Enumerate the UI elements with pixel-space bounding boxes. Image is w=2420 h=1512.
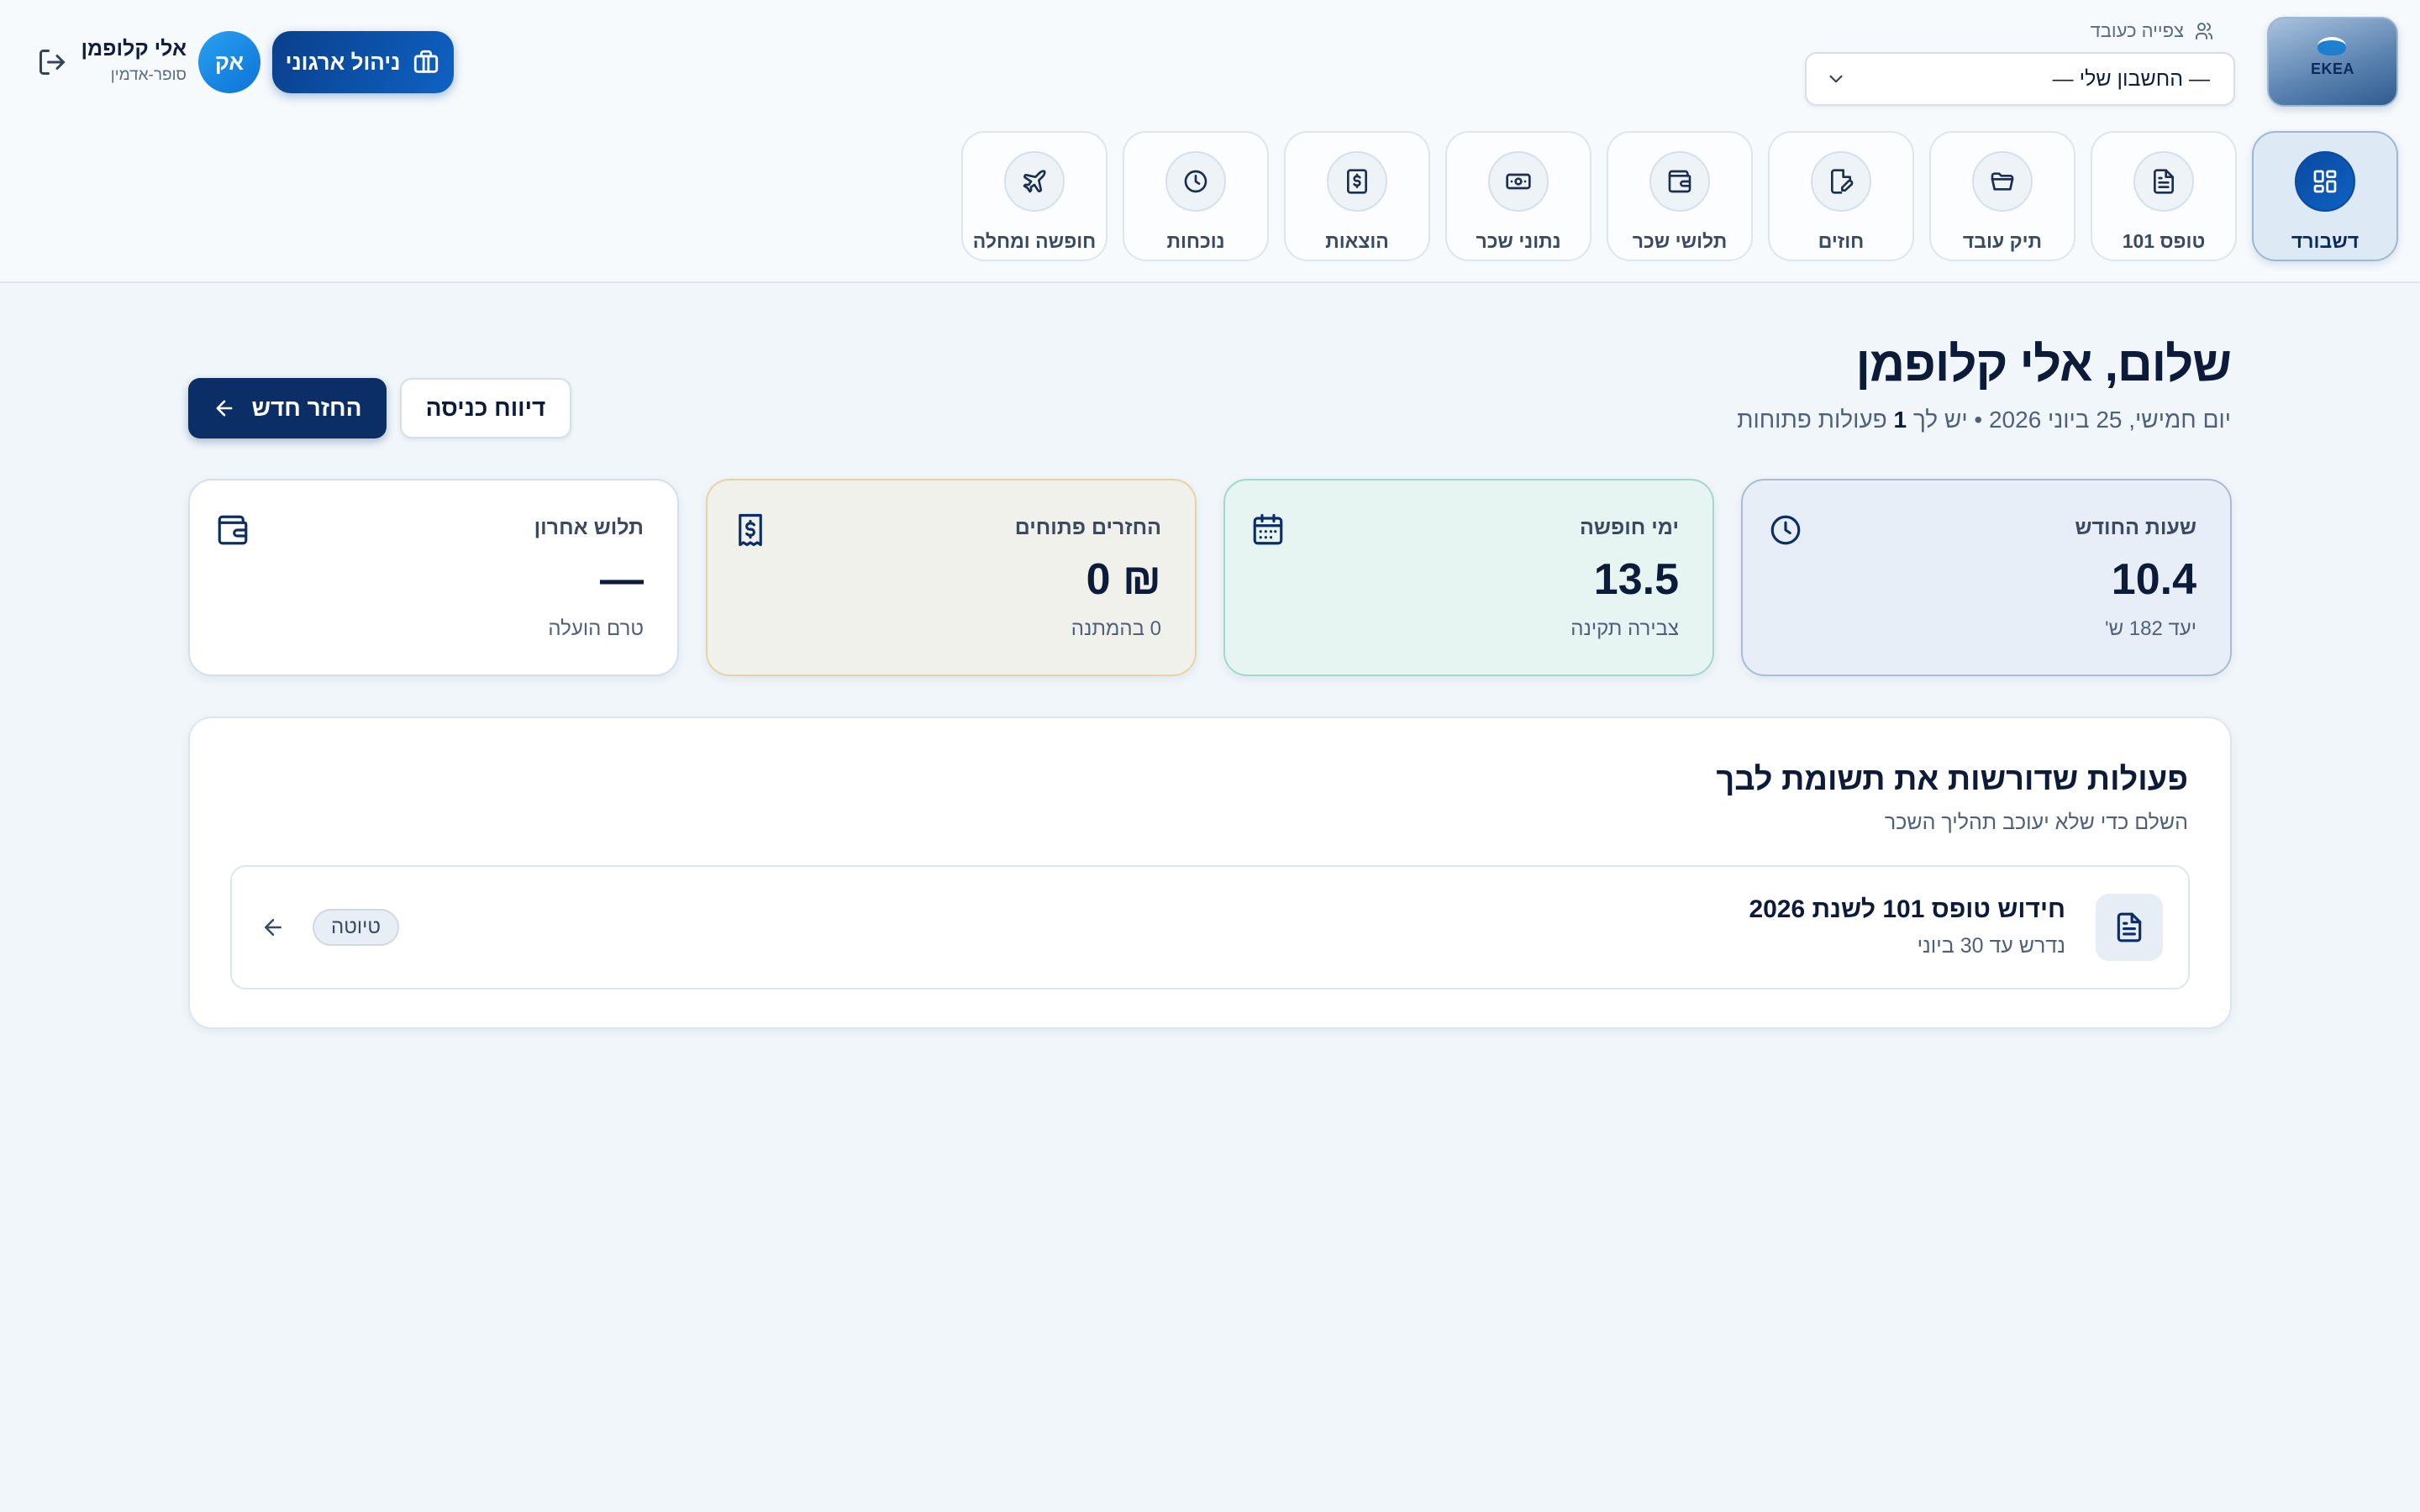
logout-button[interactable] xyxy=(37,47,67,77)
stat-card-vacation-days: ימי חופשה 13.5 צבירה תקינה xyxy=(1223,479,1714,676)
dashboard-icon xyxy=(2313,170,2337,193)
nav-item-label: חוזים xyxy=(1818,230,1865,252)
nav-item-label: טופס 101 xyxy=(2122,230,2206,252)
users-icon xyxy=(2196,23,2212,39)
stat-title: ימי חופשה xyxy=(1579,516,1679,539)
account-select[interactable]: — החשבון שלי — xyxy=(1805,52,2235,106)
stat-card-monthly-hours: שעות החודש 10.4 יעד 182 ש' xyxy=(1741,479,2232,676)
avatar[interactable]: אק xyxy=(198,31,260,93)
stat-title: שעות החודש xyxy=(2075,516,2196,539)
user-role: סופר-אדמין xyxy=(110,66,187,84)
nav-item-salary-data[interactable]: נתוני שכר xyxy=(1445,131,1591,261)
stat-value: ₪ 0 xyxy=(1086,555,1161,604)
entry-report-label: דיווח כניסה xyxy=(425,395,546,421)
account-select-value: — החשבון שלי — xyxy=(2052,66,2210,91)
stat-subtext: צבירה תקינה xyxy=(1570,617,1679,640)
nav-item-label: תיק עובד xyxy=(1962,230,2043,252)
stat-subtext: 0 בהמתנה xyxy=(1071,617,1161,640)
nav-item-vacation-sick[interactable]: חופשה ומחלה xyxy=(961,131,1107,261)
nav-item-contracts[interactable]: חוזים xyxy=(1768,131,1914,261)
clock-icon xyxy=(1770,515,1801,545)
chevron-down-icon xyxy=(1829,75,1843,83)
nav-item-employee-file[interactable]: תיק עובד xyxy=(1929,131,2075,261)
nav-item-form-101[interactable]: טופס 101 xyxy=(2091,131,2237,261)
pending-actions-panel: פעולות שדורשות את תשומת לבך השלם כדי שלא… xyxy=(188,717,2232,1029)
panel-subtitle: השלם כדי שלא יעוכב תהליך השכר xyxy=(1884,811,2188,834)
stat-card-last-payslip: תלוש אחרון — טרם הועלה xyxy=(188,479,679,676)
new-refund-label: החזר חדש xyxy=(251,395,362,421)
main-nav: דשבורד טופס 101 תיק עובד חוזים תלושי שכר… xyxy=(961,131,2398,261)
top-header: EKEA צפייה כעובד — החשבון שלי — אלי קלופ… xyxy=(0,0,2420,283)
user-name: אלי קלופמן xyxy=(81,37,187,60)
nav-item-label: חופשה ומחלה xyxy=(972,230,1097,252)
action-title: חידוש טופס 101 לשנת 2026 xyxy=(1749,895,2065,923)
status-badge: טיוטה xyxy=(313,909,400,946)
wallet-icon xyxy=(1668,170,1691,193)
document-icon xyxy=(2154,169,2174,194)
company-logo[interactable]: EKEA xyxy=(2267,17,2398,107)
nav-item-dashboard[interactable]: דשבורד xyxy=(2252,131,2398,261)
panel-title: פעולות שדורשות את תשומת לבך xyxy=(1716,762,2188,797)
action-icon-box xyxy=(2096,894,2163,961)
calendar-icon xyxy=(1253,513,1283,545)
list-item[interactable]: חידוש טופס 101 לשנת 2026 נדרש עד 30 ביונ… xyxy=(230,865,2190,990)
stat-subtext: טרם הועלה xyxy=(548,617,644,640)
logo-text: EKEA xyxy=(2310,60,2354,77)
document-icon xyxy=(2117,912,2142,942)
new-refund-button[interactable]: החזר חדש xyxy=(188,378,387,438)
view-as-employee-toggle[interactable]: צפייה כעובד xyxy=(2091,20,2214,42)
cash-icon xyxy=(1506,173,1531,190)
nav-item-label: נתוני שכר xyxy=(1476,230,1561,252)
user-info: אלי קלופמן סופר-אדמין xyxy=(81,37,187,85)
page-subtitle: יום חמישי, 25 ביוני 2026 • יש לך 1 פעולו… xyxy=(1737,407,2231,433)
stat-card-open-refunds: החזרים פתוחים ₪ 0 0 בהמתנה xyxy=(706,479,1197,676)
action-due: נדרש עד 30 ביוני xyxy=(1917,934,2065,958)
logout-icon xyxy=(39,50,65,75)
stat-value: — xyxy=(600,555,644,604)
nav-item-attendance[interactable]: נוכחות xyxy=(1123,131,1269,261)
dollar-receipt-icon xyxy=(1347,169,1367,194)
entry-report-button[interactable]: דיווח כניסה xyxy=(400,378,571,438)
arrow-left-icon xyxy=(216,400,233,417)
wallet-icon xyxy=(218,515,248,545)
nav-item-expenses[interactable]: הוצאות xyxy=(1284,131,1430,261)
subtitle-suffix: פעולות פתוחות xyxy=(1737,407,1894,433)
stat-title: תלוש אחרון xyxy=(534,516,644,539)
org-management-button[interactable]: ניהול ארגוני xyxy=(272,31,454,93)
nav-item-payslips[interactable]: תלושי שכר xyxy=(1607,131,1753,261)
view-as-label: צפייה כעובד xyxy=(2090,20,2184,41)
nav-item-label: נוכחות xyxy=(1166,230,1225,252)
stat-subtext: יעד 182 ש' xyxy=(2105,617,2196,640)
plane-icon xyxy=(1023,170,1046,193)
nav-item-label: הוצאות xyxy=(1325,230,1389,252)
nav-item-label: דשבורד xyxy=(2291,230,2360,252)
briefcase-icon xyxy=(414,50,439,73)
page-title: שלום, אלי קלופמן xyxy=(1855,337,2232,391)
stat-value: 10.4 xyxy=(2111,555,2196,604)
open-actions-count: 1 xyxy=(1893,407,1907,433)
stat-value: 13.5 xyxy=(1593,555,1679,604)
logo-mark-icon xyxy=(2317,37,2346,55)
clock-icon xyxy=(1184,170,1207,193)
receipt-icon xyxy=(739,513,762,547)
subtitle-date: יום חמישי, 25 ביוני 2026 • יש לך xyxy=(1907,407,2231,433)
arrow-left-icon[interactable] xyxy=(260,915,286,940)
org-management-label: ניהול ארגוני xyxy=(285,49,401,75)
contract-icon xyxy=(1831,169,1854,194)
nav-item-label: תלושי שכר xyxy=(1632,230,1728,252)
stat-title: החזרים פתוחים xyxy=(1014,516,1161,539)
folder-icon xyxy=(1991,172,2014,191)
